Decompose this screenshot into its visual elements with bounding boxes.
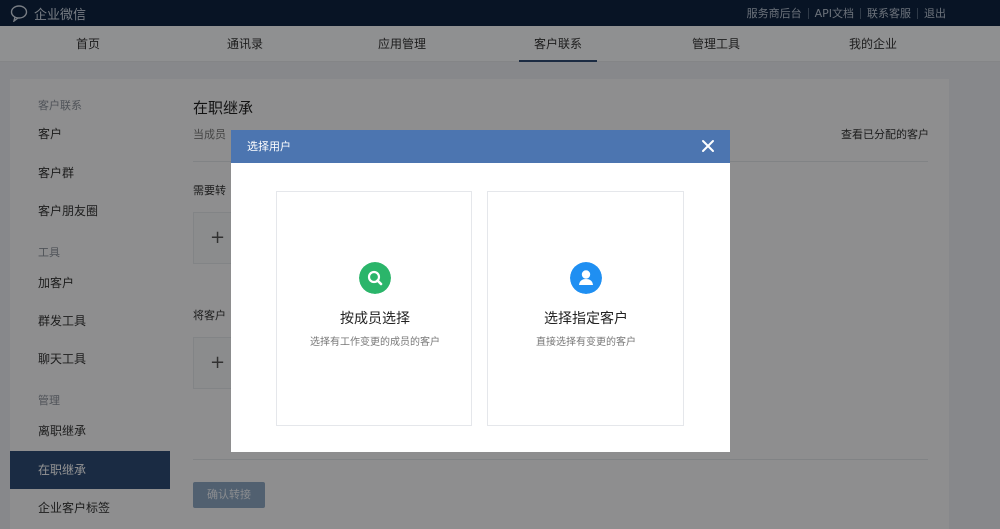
dialog-title: 选择用户 [247,140,291,153]
card-subtitle: 直接选择有变更的客户 [536,337,636,348]
card-title: 按成员选择 [340,311,410,327]
search-icon [359,262,391,294]
select-specific-customer-card[interactable]: 选择指定客户 直接选择有变更的客户 [487,191,684,426]
close-icon[interactable] [700,138,716,154]
user-icon [570,262,602,294]
card-subtitle: 选择有工作变更的成员的客户 [310,337,440,348]
card-title: 选择指定客户 [544,311,628,327]
select-user-dialog: 选择用户 按成员选择 选择有工作变更的成员的客户 选择指定客户 直接选择有变更的… [231,130,730,452]
select-by-member-card[interactable]: 按成员选择 选择有工作变更的成员的客户 [276,191,472,426]
dialog-header: 选择用户 [231,130,730,163]
